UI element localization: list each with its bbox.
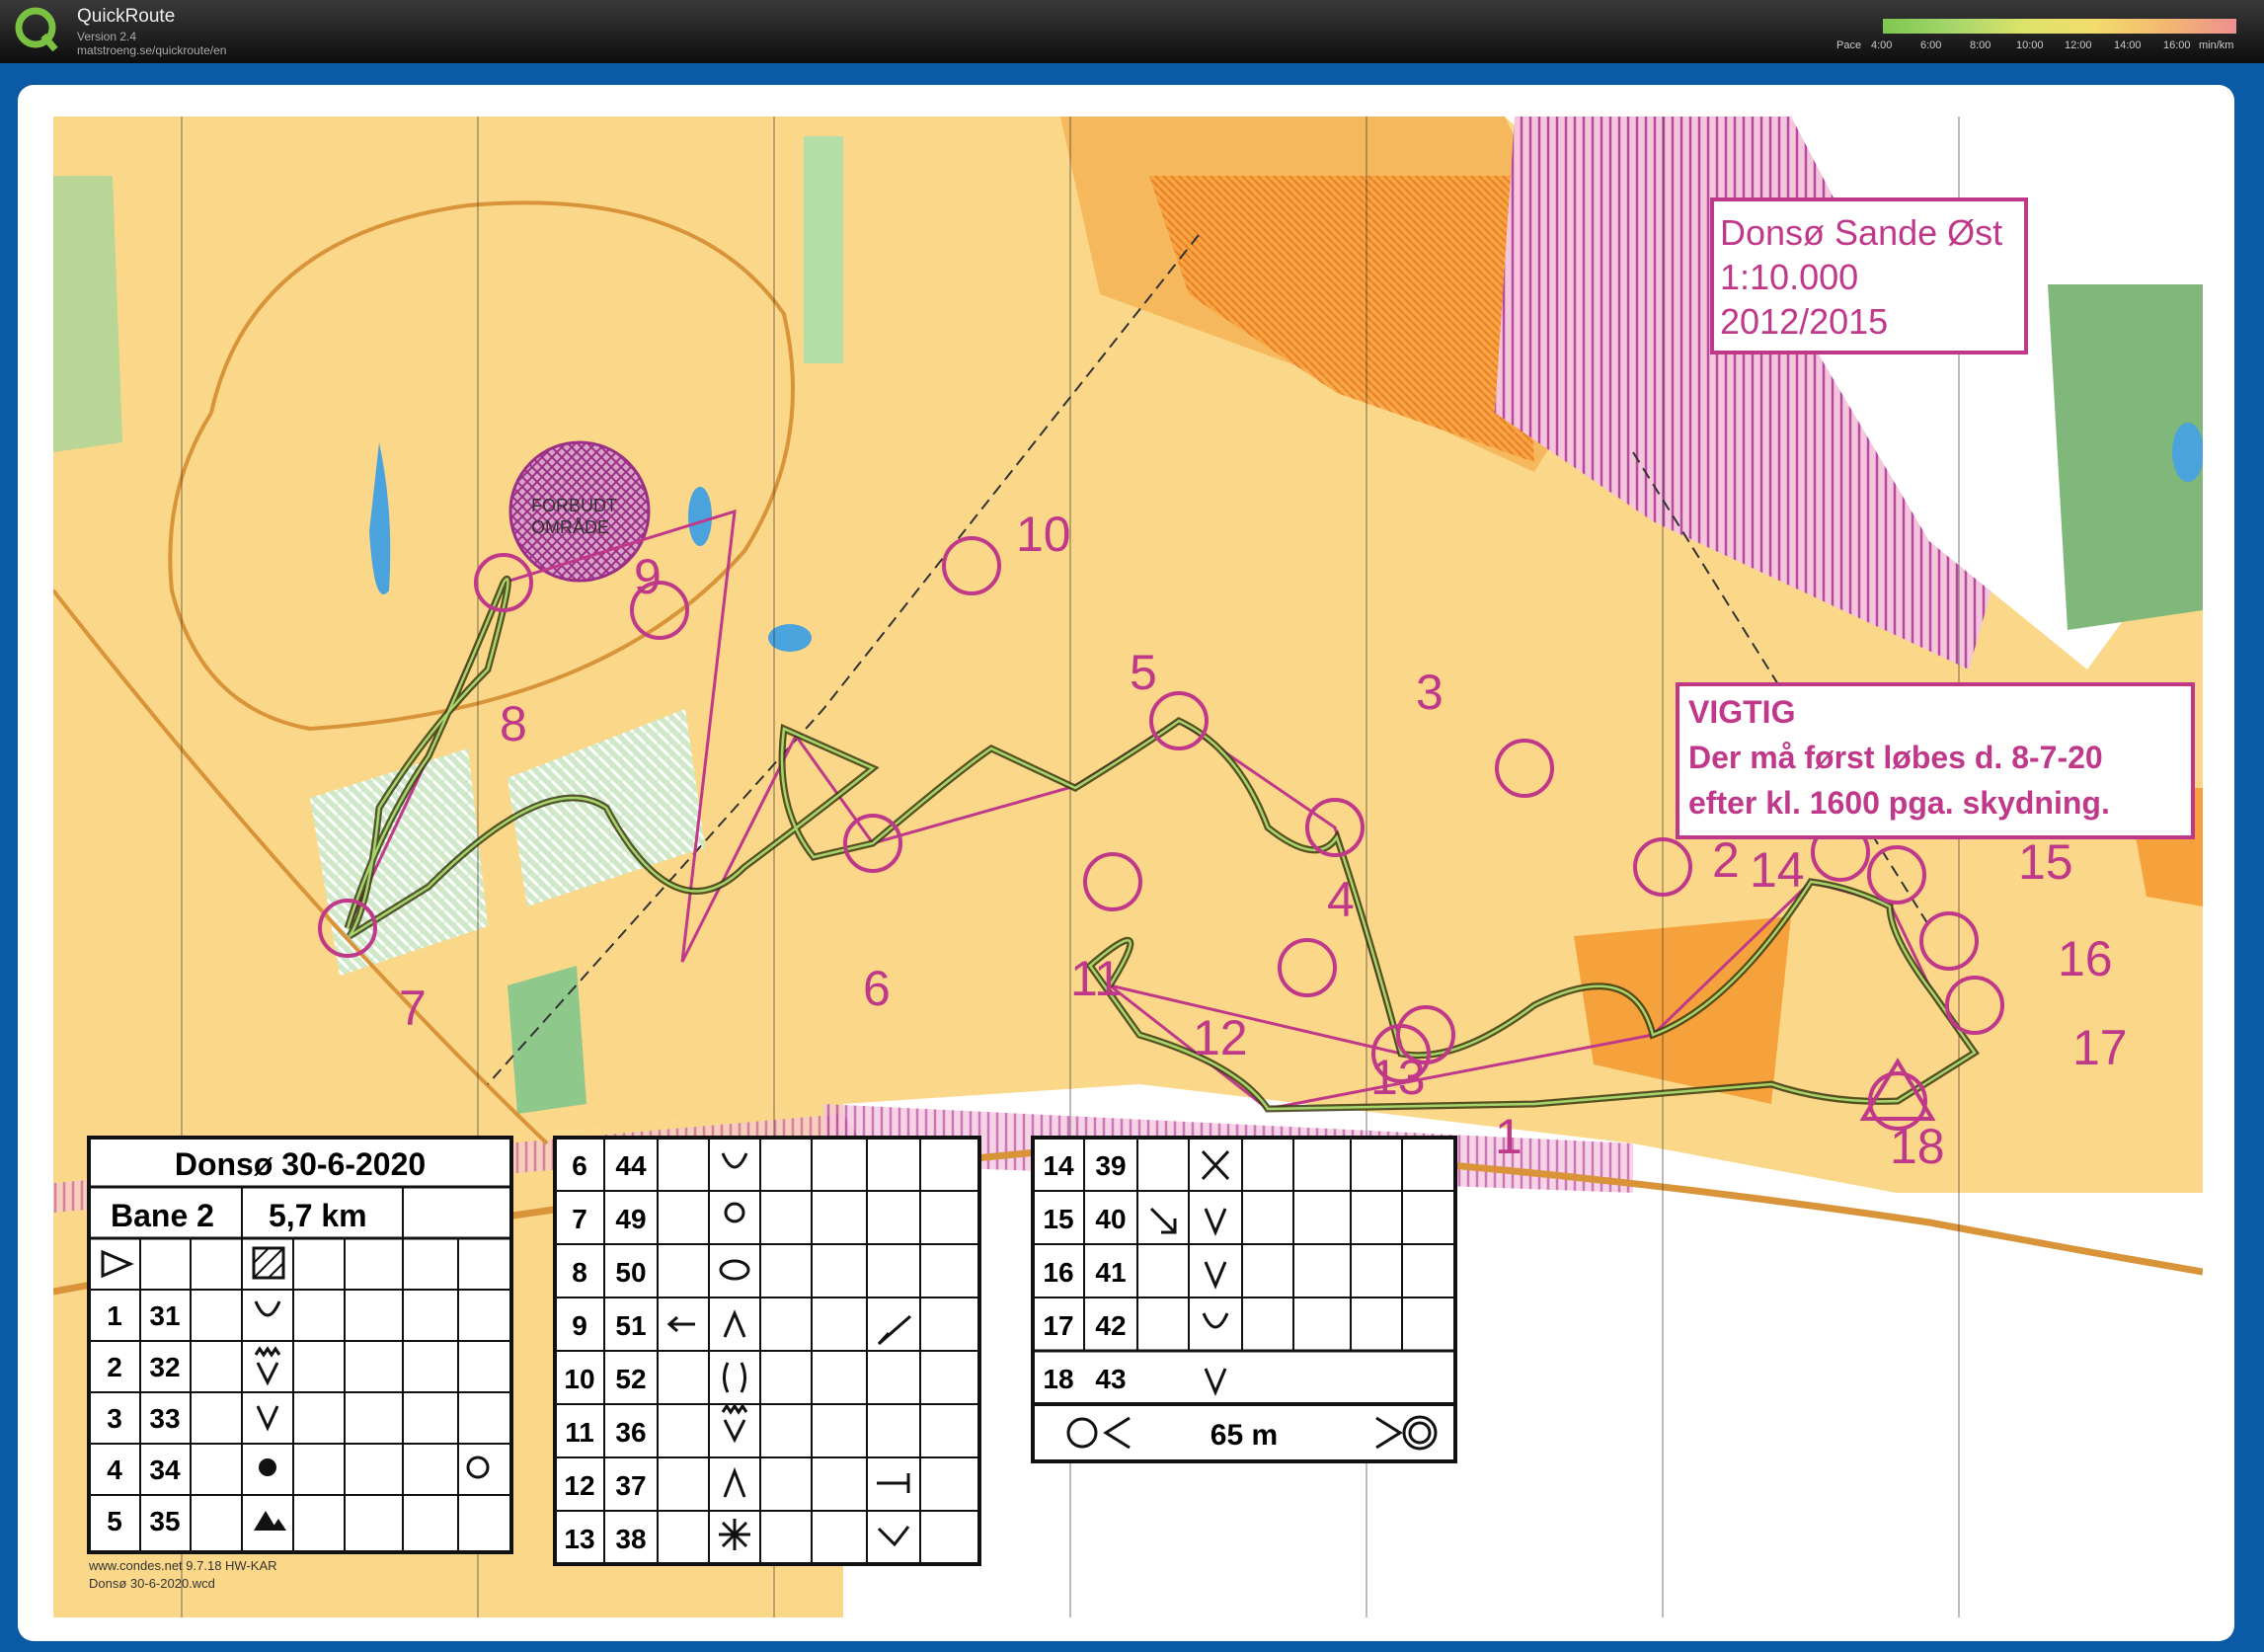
control-number: 1 <box>107 1300 122 1331</box>
control-number: 16 <box>1043 1257 1073 1288</box>
control-number: 2 <box>107 1352 122 1382</box>
forest-strip <box>804 136 843 363</box>
control-number: 7 <box>572 1204 587 1234</box>
control-number: 8 <box>572 1257 587 1288</box>
event-title: Donsø 30-6-2020 <box>175 1146 426 1182</box>
control-number: 9 <box>572 1310 587 1341</box>
control-number: 11 <box>565 1417 594 1448</box>
control-number: 5 <box>107 1506 122 1536</box>
control-code: 31 <box>149 1300 180 1331</box>
control-code: 50 <box>615 1257 646 1288</box>
control-label-8: 8 <box>500 696 527 751</box>
control-label-5: 5 <box>1130 645 1157 700</box>
control-label-10: 10 <box>1016 507 1071 562</box>
control-label-18: 18 <box>1890 1119 1945 1174</box>
notice-line: efter kl. 1600 pga. skydning. <box>1688 785 2110 821</box>
control-number: 18 <box>1043 1364 1073 1394</box>
control-code: 38 <box>615 1524 646 1554</box>
pace-tick: 12:00 <box>2065 39 2092 51</box>
control-number: 17 <box>1043 1310 1073 1341</box>
pace-label: Pace <box>1836 39 1862 51</box>
control-label-9: 9 <box>634 549 662 604</box>
forbidden-area-label: FORBUDT <box>531 496 617 515</box>
app-version: Version 2.4 <box>77 30 137 43</box>
orienteering-map[interactable]: FORBUDT OMRÅDE 1234567891011121314 151617… <box>53 117 2203 1617</box>
description-table-middle: 6 44 7 49 8 50 9 51 10 52 11 36 12 37 13… <box>553 1136 981 1566</box>
control-number: 14 <box>1043 1150 1074 1181</box>
app-title-bar: QuickRoute Version 2.4 matstroeng.se/qui… <box>0 0 2264 63</box>
footer-file: Donsø 30-6-2020.wcd <box>89 1576 215 1591</box>
finish-distance: 65 m <box>1210 1419 1278 1452</box>
control-code: 34 <box>149 1455 181 1485</box>
map-name: Donsø Sande Øst <box>1720 212 2002 253</box>
control-label-1: 1 <box>1495 1109 1522 1164</box>
control-code: 32 <box>149 1352 180 1382</box>
control-code: 35 <box>149 1506 180 1536</box>
pace-legend: Pace 4:00 6:00 8:00 10:00 12:00 14:00 16… <box>1832 16 2256 55</box>
control-label-15: 15 <box>2018 834 2073 890</box>
control-code: 43 <box>1095 1364 1126 1394</box>
control-number: 13 <box>564 1524 594 1554</box>
map-year: 2012/2015 <box>1720 301 1888 342</box>
app-url[interactable]: matstroeng.se/quickroute/en <box>77 43 226 57</box>
control-code: 41 <box>1095 1257 1126 1288</box>
course-length: 5,7 km <box>269 1198 367 1233</box>
notice-line: Der må først løbes d. 8-7-20 <box>1688 740 2103 775</box>
control-code: 52 <box>615 1364 646 1394</box>
control-label-7: 7 <box>399 981 427 1036</box>
control-label-12: 12 <box>1193 1010 1248 1065</box>
control-label-17: 17 <box>2072 1020 2128 1075</box>
control-number: 15 <box>1043 1204 1073 1234</box>
control-code: 39 <box>1095 1150 1126 1181</box>
footer-software: www.condes.net 9.7.18 HW-KAR <box>88 1558 277 1573</box>
control-label-14: 14 <box>1750 842 1805 898</box>
control-label-3: 3 <box>1416 665 1444 720</box>
pace-tick: 4:00 <box>1871 39 1893 51</box>
forest-patch <box>53 176 122 452</box>
thicket-symbol-icon <box>719 1519 750 1550</box>
course-name: Bane 2 <box>111 1198 214 1233</box>
pace-unit: min/km <box>2199 39 2234 51</box>
control-number: 4 <box>107 1455 122 1485</box>
boulder-symbol-icon <box>259 1458 276 1476</box>
control-label-4: 4 <box>1327 872 1355 927</box>
pond <box>688 487 712 546</box>
control-code: 42 <box>1095 1310 1126 1341</box>
control-code: 36 <box>615 1417 646 1448</box>
description-table-left: Donsø 30-6-2020 Bane 2 5,7 km 1 31 2 32 … <box>87 1136 513 1554</box>
control-code: 49 <box>615 1204 646 1234</box>
control-label-6: 6 <box>863 961 891 1016</box>
control-label-16: 16 <box>2058 931 2113 986</box>
pace-tick: 14:00 <box>2114 39 2142 51</box>
control-code: 40 <box>1095 1204 1126 1234</box>
control-number: 10 <box>564 1364 594 1394</box>
control-number: 12 <box>564 1470 594 1501</box>
description-table-right: 14 39 15 40 16 41 17 42 18 43 65 m <box>1031 1136 1457 1463</box>
quickroute-logo-icon <box>15 7 58 51</box>
control-code: 33 <box>149 1403 180 1434</box>
forbidden-area-label: OMRÅDE <box>531 517 609 537</box>
pond <box>2172 423 2203 482</box>
pace-tick: 6:00 <box>1920 39 1942 51</box>
app-title: QuickRoute <box>77 6 176 27</box>
control-code: 44 <box>615 1150 647 1181</box>
control-label-2: 2 <box>1712 832 1740 888</box>
pace-tick: 8:00 <box>1970 39 1991 51</box>
pace-tick: 10:00 <box>2016 39 2044 51</box>
control-label-13: 13 <box>1370 1050 1426 1105</box>
control-number: 6 <box>572 1150 587 1181</box>
map-scale: 1:10.000 <box>1720 257 1858 297</box>
pace-color-bar <box>1883 19 2236 34</box>
control-code: 51 <box>615 1310 646 1341</box>
control-number: 3 <box>107 1403 122 1434</box>
control-label-11: 11 <box>1070 951 1122 1006</box>
control-code: 37 <box>615 1470 646 1501</box>
pace-tick: 16:00 <box>2163 39 2191 51</box>
notice-title: VIGTIG <box>1688 694 1795 730</box>
